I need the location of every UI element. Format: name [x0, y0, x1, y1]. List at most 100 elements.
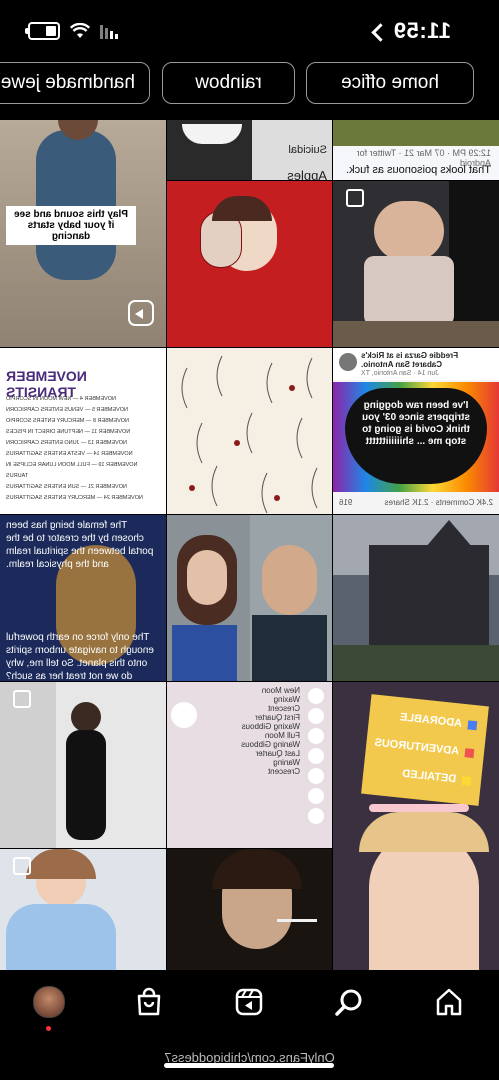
transit-row: NOVEMBER 5 — VENUS ENTERS CAPRICORN	[6, 407, 128, 413]
grid-tile-moon-phases[interactable]: New Moon Waxing Crescent First Quarter W…	[167, 682, 332, 848]
baby-reel-caption: Play this sound and see if your baby sta…	[6, 206, 136, 245]
nav-shop-button[interactable]	[129, 982, 169, 1022]
fb-avatar	[339, 353, 357, 371]
moon-phase: Waxing Gibbous	[241, 722, 300, 731]
heart-text: I've been raw dogging strippers since 03…	[362, 400, 470, 447]
moon-phase: Waxing Crescent	[267, 695, 300, 713]
chip-handmade-jewelry[interactable]: handmade jewelry	[0, 62, 150, 104]
model-hair	[26, 849, 96, 879]
grid-tile-signs[interactable]: Suicidal Apples	[167, 120, 332, 180]
transit-row: NOVEMBER 8 — MERCURY ENTERS SCORPIO	[6, 418, 129, 424]
status-time: 11:59	[371, 18, 451, 44]
multi-post-icon	[13, 857, 31, 875]
reel-icon	[128, 300, 154, 326]
grid-tile-gothic-house[interactable]	[333, 515, 499, 681]
battery-icon	[28, 22, 60, 40]
grid-tile-line-art[interactable]	[167, 348, 332, 514]
reels-icon	[235, 988, 263, 1016]
transit-row: NOVEMBER 11 — NEPTUNE DIRECT IN PISCES	[6, 429, 131, 435]
grid-tile-facebook-post[interactable]: Freddie Garza is at Rick's Cabaret San A…	[333, 348, 499, 514]
toddler-face	[374, 201, 444, 261]
filter-card: ADORABLE ADVENTUROUS DETAILED	[361, 694, 489, 806]
moon-phase: Waning Gibbous	[241, 740, 300, 749]
signs-text-1: Suicidal	[288, 144, 327, 156]
house-lawn	[333, 645, 499, 681]
model-dress	[6, 904, 116, 970]
grid-tile-portraits[interactable]	[167, 515, 332, 681]
tweet-image	[333, 120, 499, 146]
nav-home-button[interactable]	[429, 982, 469, 1022]
girl-face	[369, 832, 479, 970]
home-icon	[436, 988, 462, 1016]
line-art-drawing	[181, 355, 318, 514]
moon-phase: Last Quarter	[255, 749, 300, 758]
moon-column	[304, 682, 332, 848]
tweet-text: That looks poisonous as fuck.	[346, 164, 491, 176]
fb-sub: Jun 14 · San Antonio, TX	[361, 370, 439, 377]
grid-tile-baby-reel[interactable]: Play this sound and see if your baby sta…	[0, 120, 166, 347]
nav-profile-button[interactable]	[29, 982, 69, 1031]
grid-tile-transits[interactable]: NOVEMBER TRANSITS NOVEMBER 4 — NEW MOON …	[0, 348, 166, 514]
shop-icon	[137, 987, 161, 1016]
house-roof	[419, 520, 479, 555]
multi-post-icon	[346, 189, 364, 207]
notification-dot	[46, 1026, 51, 1031]
doormat	[333, 321, 499, 347]
transit-row: NOVEMBER 24 — MERCURY ENTERS SAGITTARIUS	[6, 495, 143, 501]
location-arrow-icon	[371, 22, 391, 42]
grid-tile-smoking[interactable]	[167, 849, 332, 970]
grid-tile-red-art[interactable]	[167, 181, 332, 347]
grid-tile-black-outfit[interactable]	[0, 682, 166, 848]
transit-row: NOVEMBER 13 — JUNO ENTERS CAPRICORN	[6, 440, 128, 446]
transits-list: NOVEMBER 4 — NEW MOON IN SCORPIO NOVEMBE…	[6, 394, 156, 504]
moon-phase: New Moon	[261, 686, 300, 695]
moon-phase: Full Moon	[264, 731, 300, 740]
multi-post-icon	[13, 690, 31, 708]
baby-figure	[36, 130, 116, 280]
home-indicator	[164, 1063, 334, 1068]
search-icon	[335, 989, 362, 1016]
signal-icon	[100, 23, 118, 39]
spirit-text-2: The only force on earth powerful enough …	[6, 632, 154, 681]
heart-shape: I've been raw dogging strippers since 03…	[345, 388, 487, 484]
status-time-text: 11:59	[393, 18, 451, 43]
grid-tile-blue-dress[interactable]	[0, 849, 166, 970]
chip-label: home office	[341, 72, 439, 93]
wifi-icon	[70, 23, 90, 38]
filter-chip-row: home office rainbow handmade jewelry	[0, 60, 499, 110]
transit-row: NOVEMBER 21 — SUN ENTERS SAGITTARIUS	[6, 484, 127, 490]
filter-item: DETAILED	[402, 768, 472, 787]
smoker-hair	[212, 849, 302, 889]
filter-item: ADORABLE	[399, 711, 478, 731]
chip-home-office[interactable]: home office	[306, 62, 474, 104]
screen: 11:59 home office rainbow handmade jewel…	[0, 0, 499, 1080]
nav-reels-button[interactable]	[229, 982, 269, 1022]
chip-rainbow[interactable]: rainbow	[162, 62, 295, 104]
filter-item: ADVENTUROUS	[374, 737, 475, 759]
cigarette	[277, 919, 317, 922]
person-head	[71, 702, 101, 732]
man-shirt	[252, 615, 327, 681]
grid-tile-tweet[interactable]: 12:29 PM · 07 Mar 21 · Twitter for Andro…	[333, 120, 499, 180]
fb-header: Freddie Garza is at Rick's Cabaret San A…	[333, 348, 499, 380]
transit-row: NOVEMBER 19 — FULL MOON LUNAR ECLIPSE IN…	[6, 462, 138, 479]
transit-row: NOVEMBER 4 — NEW MOON IN SCORPIO	[6, 396, 117, 402]
fb-name: Freddie Garza is at Rick's Cabaret San A…	[361, 351, 459, 369]
grid-tile-spirit-text[interactable]: The female being has been chosen by the …	[0, 515, 166, 681]
girl-hair	[359, 812, 489, 852]
transit-row: NOVEMBER 14 — VESTA ENTERS SAGITTARIUS	[6, 451, 133, 457]
moon-phase: Waning Crescent	[267, 758, 300, 776]
status-bar: 11:59	[0, 0, 499, 60]
spirit-text-1: The female being has been chosen by the …	[6, 520, 154, 570]
moon-circle	[171, 702, 197, 728]
man-face	[262, 545, 317, 615]
chip-label: rainbow	[195, 72, 262, 93]
toddler-coat	[364, 256, 454, 326]
nav-search-button[interactable]	[329, 982, 369, 1022]
filter-pencil	[369, 804, 469, 812]
avatar	[33, 986, 65, 1018]
grid-tile-toddler[interactable]	[333, 181, 499, 347]
woman-dress	[172, 625, 237, 681]
moon-phase-list: New Moon Waxing Crescent First Quarter W…	[240, 686, 300, 776]
grid-tile-filter-reel[interactable]: ADORABLE ADVENTUROUS DETAILED	[333, 682, 499, 970]
